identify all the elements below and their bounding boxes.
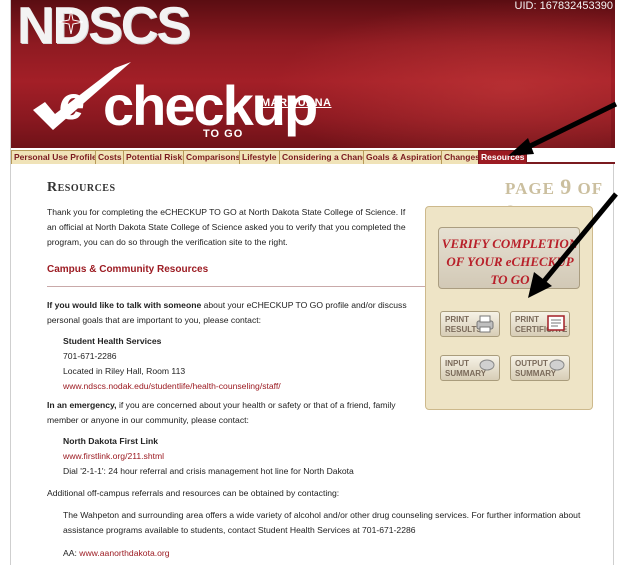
logo-togo: TO GO xyxy=(203,128,244,140)
firstlink-name: North Dakota First Link xyxy=(63,436,159,446)
firstlink-link[interactable]: www.firstlink.org/211.shtml xyxy=(63,449,443,464)
firstlink-dial: Dial '2-1-1': 24 hour referral and crisi… xyxy=(63,466,354,476)
logo-e: e xyxy=(59,77,85,129)
offcampus-paragraph: The Wahpeton and surrounding area offers… xyxy=(63,508,611,538)
intro-text: Thank you for completing the eCHECKUP TO… xyxy=(47,205,417,250)
tab-considering-a-change[interactable]: Considering a Change xyxy=(279,150,376,164)
output-summary-button[interactable]: OUTPUT SUMMARY xyxy=(510,355,570,381)
tab-comparisons[interactable]: Comparisons xyxy=(183,150,244,164)
printer-icon xyxy=(476,315,494,333)
tab-goals-aspirations[interactable]: Goals & Aspirations xyxy=(363,150,450,164)
star-icon xyxy=(59,10,83,34)
tab-personal-use-profile[interactable]: Personal Use Profile xyxy=(11,150,100,164)
firstlink-block: North Dakota First Link www.firstlink.or… xyxy=(63,434,443,479)
emergency-rest-1: if you are concerned about your health o… xyxy=(116,400,396,410)
aa-link[interactable]: www.aanorthdakota.org xyxy=(79,548,169,558)
tab-changes[interactable]: Changes xyxy=(441,150,483,164)
intro-line-2: an official at North Dakota State Colleg… xyxy=(47,222,406,232)
uid-label: UID: 167832453390 xyxy=(514,0,613,12)
aa-label: AA: xyxy=(63,548,80,558)
input-icon xyxy=(479,359,495,371)
ndscs-logo[interactable]: NDSCS xyxy=(17,0,191,52)
offcampus-p1: The Wahpeton and surrounding area offers… xyxy=(63,510,581,520)
product-label: MARIJUANA xyxy=(261,97,332,109)
annotation-arrow-tabs xyxy=(508,101,618,156)
page-title: Resources xyxy=(47,180,116,195)
section-divider xyxy=(47,286,427,287)
print-results-button[interactable]: PRINT RESULTS xyxy=(440,311,500,337)
emergency-rest-2: member or anyone in our community, pleas… xyxy=(47,415,249,425)
student-health-phone: 701-671-2286 xyxy=(63,351,117,361)
talk-lead: If you would like to talk with someone xyxy=(47,300,202,310)
tab-potential-risks[interactable]: Potential Risks xyxy=(123,150,190,164)
output-icon xyxy=(549,359,565,371)
intro-line-3: program, you can do so through the verif… xyxy=(47,237,288,247)
tab-lifestyle[interactable]: Lifestyle xyxy=(239,150,280,164)
student-health-link[interactable]: www.ndscs.nodak.edu/studentlife/health-c… xyxy=(63,379,423,394)
annotation-arrow-verify xyxy=(528,192,618,298)
talk-rest-1: about your eCHECKUP TO GO profile and/or… xyxy=(201,300,407,310)
student-health-location: Located in Riley Hall, Room 113 xyxy=(63,366,186,376)
talk-rest-2: personal goals that are important to you… xyxy=(47,315,262,325)
aa-line: AA: www.aanorthdakota.org xyxy=(63,546,363,561)
intro-line-1: Thank you for completing the eCHECKUP TO… xyxy=(47,207,406,217)
student-health-block: Student Health Services 701-671-2286 Loc… xyxy=(63,334,423,394)
emergency-lead: In an emergency, xyxy=(47,400,117,410)
input-summary-button[interactable]: INPUT SUMMARY xyxy=(440,355,500,381)
print-certificate-button[interactable]: PRINT CERTIFICATE xyxy=(510,311,570,337)
talk-paragraph: If you would like to talk with someone a… xyxy=(47,298,427,328)
emergency-paragraph: In an emergency, if you are concerned ab… xyxy=(47,398,427,428)
student-health-name: Student Health Services xyxy=(63,336,162,346)
offcampus-line: Additional off-campus referrals and reso… xyxy=(47,488,340,498)
tab-costs[interactable]: Costs xyxy=(95,150,125,164)
offcampus-p2: assistance programs available to student… xyxy=(63,525,416,535)
certificate-icon xyxy=(547,315,565,331)
section-title: Campus & Community Resources xyxy=(47,264,209,275)
